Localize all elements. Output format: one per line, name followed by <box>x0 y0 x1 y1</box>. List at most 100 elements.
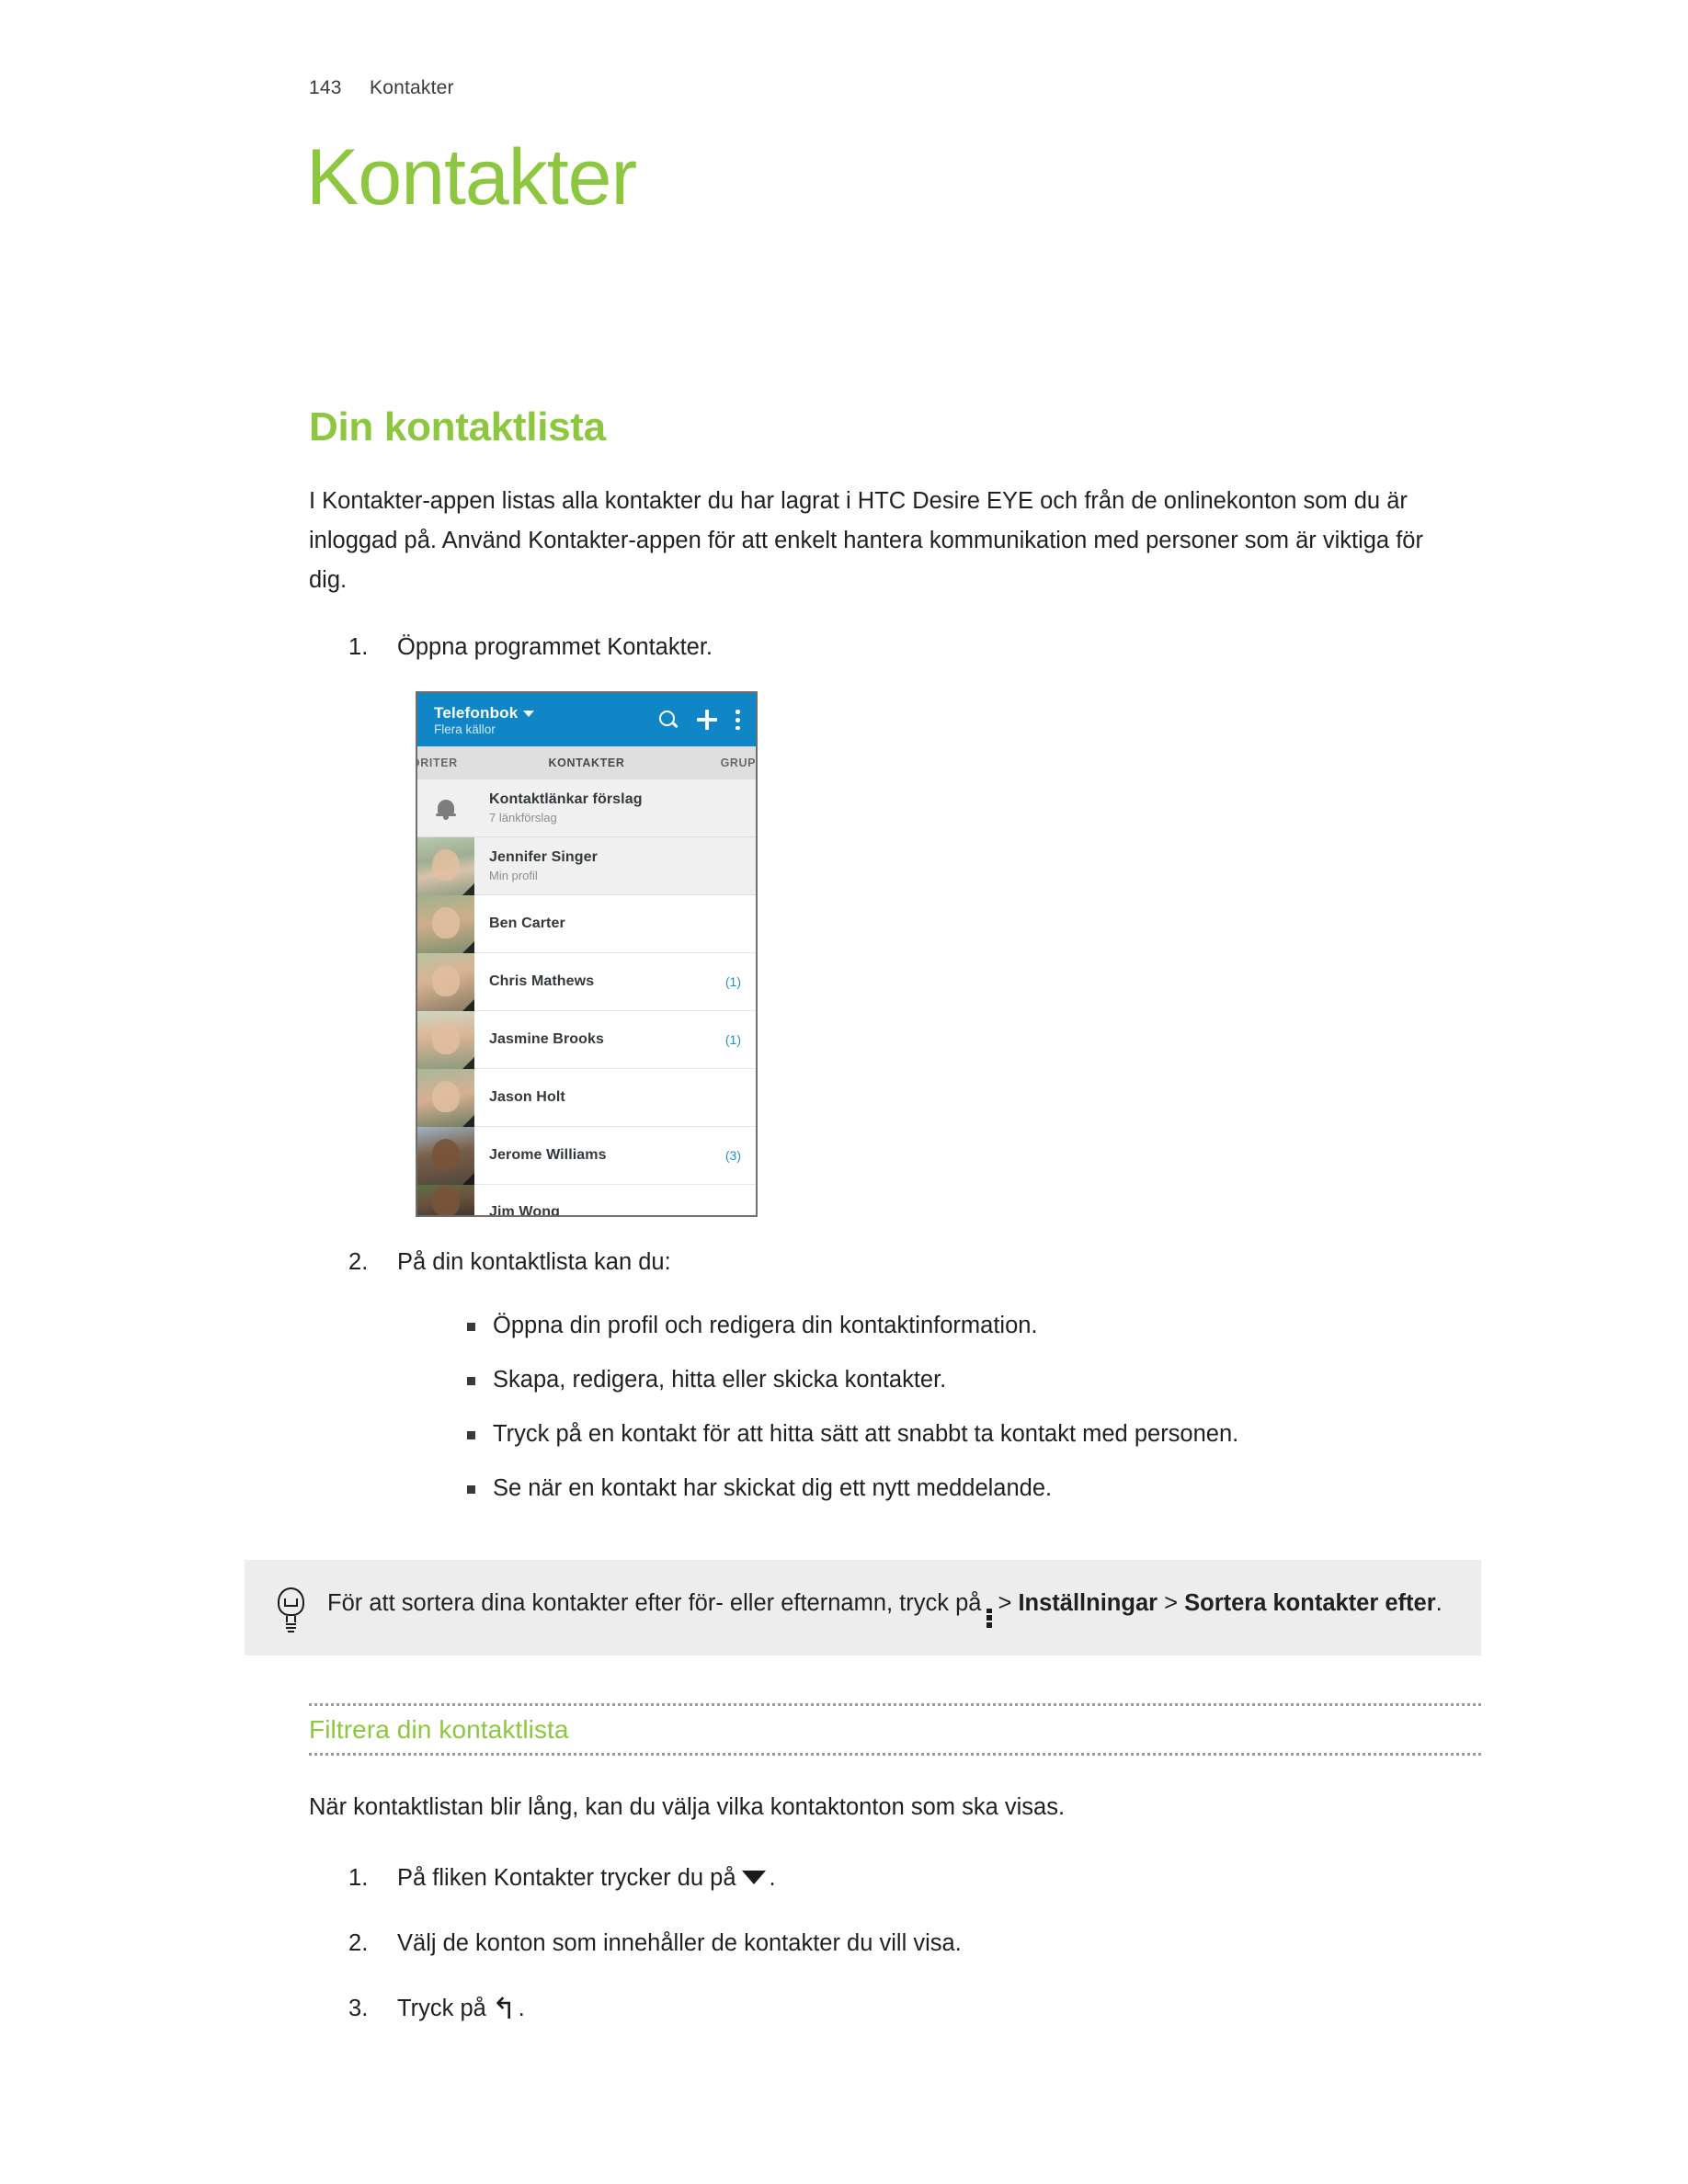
list-item[interactable]: Jim Wong <box>417 1185 756 1216</box>
appbar-titles: Telefonbok Flera källor <box>434 705 658 736</box>
tip-text: För att sortera dina kontakter efter för… <box>327 1584 1443 1628</box>
tab-favoriter[interactable]: VORITER <box>417 744 458 783</box>
appbar-subtitle: Flera källor <box>434 722 496 736</box>
row-name: Jasmine Brooks <box>489 1031 605 1048</box>
avatar-corner-marker <box>462 1056 474 1069</box>
list-item: Skapa, redigera, hitta eller skicka kont… <box>463 1360 1481 1400</box>
avatar-photo <box>417 1185 474 1216</box>
step-item-1: Öppna programmet Kontakter. Telefonbok F… <box>309 628 1481 1218</box>
substep-item-1: På fliken Kontakter trycker du på. <box>309 1859 1481 1898</box>
list-item[interactable]: Jason Holt <box>417 1068 756 1128</box>
bell-icon <box>436 797 456 821</box>
chapter-title: Kontakter <box>306 133 637 222</box>
tip-separator-1: > <box>998 1590 1019 1617</box>
list-item[interactable]: Kontaktlänkar förslag 7 länkförslag <box>417 779 756 838</box>
running-header: 143 Kontakter <box>309 77 454 99</box>
avatar <box>417 894 474 953</box>
plus-icon[interactable] <box>697 710 717 731</box>
page-number: 143 <box>309 77 342 98</box>
document-page: 143 Kontakter Kontakter Din kontaktlista … <box>0 0 1688 2184</box>
row-name: Jerome Williams <box>489 1147 607 1164</box>
substep-2-prefix: Välj de konton som innehåller de kontakt… <box>397 1930 962 1957</box>
row-texts: Jim Wong <box>474 1193 756 1215</box>
row-texts: Jennifer Singer Min profil <box>474 849 756 882</box>
substep-item-3: Tryck på ↰. <box>309 1989 1481 2029</box>
lightbulb-icon <box>276 1587 307 1633</box>
section-title: Din kontaktlista <box>309 404 606 449</box>
row-subtitle: Min profil <box>489 868 538 882</box>
overflow-menu-icon <box>987 1608 993 1628</box>
substep-1-suffix: . <box>769 1865 776 1892</box>
avatar <box>417 952 474 1011</box>
avatar <box>417 1068 474 1127</box>
capabilities-bullet-list: Öppna din profil och redigera din kontak… <box>397 1306 1481 1508</box>
list-item: Öppna din profil och redigera din kontak… <box>463 1306 1481 1346</box>
avatar-corner-marker <box>462 882 474 895</box>
row-texts: Jasmine Brooks <box>474 1031 725 1048</box>
appbar-title-row[interactable]: Telefonbok <box>434 705 658 721</box>
row-icon-cell <box>417 797 474 821</box>
substep-1-prefix: På fliken Kontakter trycker du på <box>397 1865 736 1892</box>
list-item: Tryck på en kontakt för att hitta sätt a… <box>463 1415 1481 1454</box>
step-item-2: På din kontaktlista kan du: Öppna din pr… <box>309 1243 1481 1508</box>
subsection-title: Filtrera din kontaktlista <box>309 1715 569 1745</box>
step-1-text: Öppna programmet Kontakter. <box>397 634 713 661</box>
avatar <box>417 1126 474 1185</box>
row-name: Ben Carter <box>489 916 565 932</box>
subsection-intro-paragraph: När kontaktlistan blir lång, kan du välj… <box>309 1794 1066 1821</box>
tip-text-after: . <box>1435 1590 1443 1617</box>
list-item[interactable]: Jerome Williams (3) <box>417 1126 756 1186</box>
tip-bold-settings: Inställningar <box>1018 1590 1158 1617</box>
avatar-corner-marker <box>462 940 474 953</box>
avatar <box>417 1185 474 1216</box>
tab-kontakter[interactable]: KONTAKTER <box>549 744 625 783</box>
step-2-text: På din kontaktlista kan du: <box>397 1249 671 1276</box>
row-name: Jason Holt <box>489 1089 565 1106</box>
row-texts: Jerome Williams <box>474 1147 725 1164</box>
row-badge: (1) <box>724 973 741 989</box>
overflow-menu-icon[interactable] <box>736 710 741 731</box>
row-texts: Jason Holt <box>474 1089 741 1106</box>
row-badge: (1) <box>724 1031 741 1047</box>
row-subtitle: 7 länkförslag <box>489 810 557 825</box>
main-step-list: Öppna programmet Kontakter. Telefonbok F… <box>309 628 1481 1508</box>
substep-3-prefix: Tryck på <box>397 1996 486 2022</box>
subsection-step-list: På fliken Kontakter trycker du på. Välj … <box>309 1859 1481 2029</box>
row-texts: Ben Carter <box>474 916 741 932</box>
subsection-filtrera: Filtrera din kontaktlista När kontaktlis… <box>309 1703 1481 2029</box>
search-icon[interactable] <box>658 710 679 730</box>
divider-bottom <box>309 1753 1481 1757</box>
list-item[interactable]: Chris Mathews (1) <box>417 952 756 1012</box>
avatar-corner-marker <box>462 1114 474 1127</box>
row-texts: Kontaktlänkar förslag 7 länkförslag <box>474 791 756 825</box>
tip-bold-sort-contacts-by: Sortera kontakter efter <box>1184 1590 1436 1617</box>
list-item[interactable]: Ben Carter <box>417 894 756 954</box>
appbar-icon-group <box>658 710 745 731</box>
row-texts: Chris Mathews <box>474 973 725 990</box>
tip-box: För att sortera dina kontakter efter för… <box>245 1560 1481 1656</box>
row-name: Jim Wong <box>489 1204 560 1218</box>
appbar-title: Telefonbok <box>434 703 519 722</box>
substep-3-suffix: . <box>518 1996 525 2022</box>
row-badge: (3) <box>724 1147 741 1163</box>
row-name: Jennifer Singer <box>489 849 598 866</box>
list-item: Se när en kontakt har skickat dig ett ny… <box>463 1469 1481 1508</box>
triangle-down-icon <box>741 1871 766 1885</box>
tab-grupper[interactable]: GRUPPE <box>721 744 756 783</box>
screenshot-appbar: Telefonbok Flera källor <box>417 693 756 747</box>
content-column: Din kontaktlista I Kontakter-appen lista… <box>245 404 1481 2029</box>
running-chapter-name: Kontakter <box>370 77 454 98</box>
avatar-corner-marker <box>462 998 474 1011</box>
avatar-corner-marker <box>462 1172 474 1185</box>
substep-item-2: Välj de konton som innehåller de kontakt… <box>309 1924 1481 1963</box>
avatar <box>417 836 474 895</box>
row-name: Kontaktlänkar förslag <box>489 791 643 808</box>
list-item[interactable]: Jasmine Brooks (1) <box>417 1010 756 1070</box>
row-name: Chris Mathews <box>489 973 595 990</box>
screenshot-tab-bar: VORITER KONTAKTER GRUPPE <box>417 746 756 780</box>
tip-separator-2: > <box>1158 1590 1185 1617</box>
list-item[interactable]: Jennifer Singer Min profil <box>417 836 756 896</box>
section-intro-paragraph: I Kontakter-appen listas alla kontakter … <box>309 488 1423 594</box>
contacts-app-screenshot: Telefonbok Flera källor RITER KONTAKTER … <box>416 691 758 1218</box>
back-arrow-icon: ↰ <box>491 1992 517 2026</box>
